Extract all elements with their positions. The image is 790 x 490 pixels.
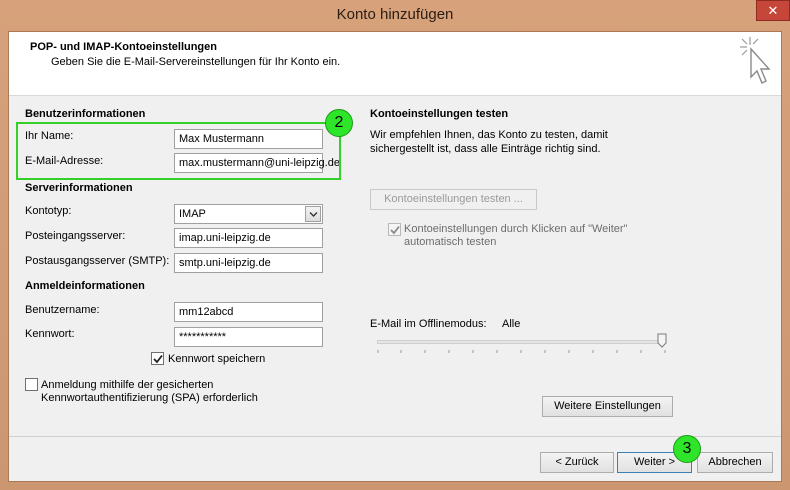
remember-password-checkbox[interactable] [151, 352, 164, 365]
offline-slider-track[interactable] [377, 340, 666, 344]
close-icon: ✕ [767, 3, 779, 18]
checkmark-icon [390, 225, 400, 235]
back-button[interactable]: < Zurück [540, 452, 614, 473]
incoming-server-input[interactable]: imap.uni-leipzig.de [174, 228, 323, 248]
auto-test-label-line1[interactable]: Kontoeinstellungen durch Klicken auf "We… [404, 223, 627, 235]
account-type-label: Kontotyp: [25, 205, 72, 217]
dropdown-arrow[interactable] [305, 206, 321, 222]
more-settings-button[interactable]: Weitere Einstellungen [542, 396, 673, 417]
spa-checkbox[interactable] [25, 378, 38, 391]
test-description-line2: sichergestellt ist, dass alle Einträge r… [370, 143, 601, 155]
account-type-value: IMAP [179, 208, 206, 220]
slider-ticks [377, 350, 666, 353]
password-label: Kennwort: [25, 328, 75, 340]
password-input[interactable]: *********** [174, 327, 323, 347]
chevron-down-icon [309, 212, 318, 217]
outgoing-server-label: Postausgangsserver (SMTP): [25, 255, 170, 267]
auto-test-checkbox[interactable] [388, 223, 401, 236]
test-description-line1: Wir empfehlen Ihnen, das Konto zu testen… [370, 129, 608, 141]
incoming-server-label: Posteingangsserver: [25, 230, 126, 242]
cursor-sparkle-icon [740, 37, 771, 84]
user-info-heading: Benutzerinformationen [25, 108, 146, 120]
cancel-button[interactable]: Abbrechen [697, 452, 773, 473]
spa-label-line1[interactable]: Anmeldung mithilfe der gesicherten [41, 379, 213, 391]
offline-mode-value: Alle [502, 318, 521, 330]
page-title: POP- und IMAP-Kontoeinstellungen [30, 41, 217, 53]
page-subtitle: Geben Sie die E-Mail-Servereinstellungen… [51, 56, 341, 68]
auto-test-label-line2[interactable]: automatisch testen [404, 236, 496, 248]
remember-password-label[interactable]: Kennwort speichern [168, 353, 265, 365]
test-settings-button[interactable]: Kontoeinstellungen testen ... [370, 189, 537, 210]
offline-slider-thumb[interactable] [657, 333, 667, 348]
spa-label-line2[interactable]: Kennwortauthentifizierung (SPA) erforder… [41, 392, 258, 404]
annotation-badge-2: 2 [325, 109, 353, 137]
username-input[interactable]: mm12abcd [174, 302, 323, 322]
test-heading: Kontoeinstellungen testen [370, 108, 509, 120]
outgoing-server-input[interactable]: smtp.uni-leipzig.de [174, 253, 323, 273]
server-info-heading: Serverinformationen [25, 182, 133, 194]
dialog-header: POP- und IMAP-Kontoeinstellungen Geben S… [9, 32, 781, 96]
username-label: Benutzername: [25, 304, 100, 316]
login-info-heading: Anmeldeinformationen [25, 280, 145, 292]
offline-mode-label: E-Mail im Offlinemodus: [370, 318, 487, 330]
title-bar[interactable]: Konto hinzufügen ✕ [0, 0, 790, 31]
account-type-select[interactable]: IMAP [174, 204, 323, 224]
checkmark-icon [153, 354, 163, 364]
close-button[interactable]: ✕ [756, 0, 790, 21]
divider [9, 436, 781, 437]
annotation-highlight-box [16, 122, 341, 180]
annotation-badge-3: 3 [673, 435, 701, 463]
dialog-client-area: POP- und IMAP-Kontoeinstellungen Geben S… [8, 31, 782, 482]
dialog-window: Konto hinzufügen ✕ POP- und IMAP-Kontoei… [0, 0, 790, 490]
window-title: Konto hinzufügen [336, 6, 454, 23]
